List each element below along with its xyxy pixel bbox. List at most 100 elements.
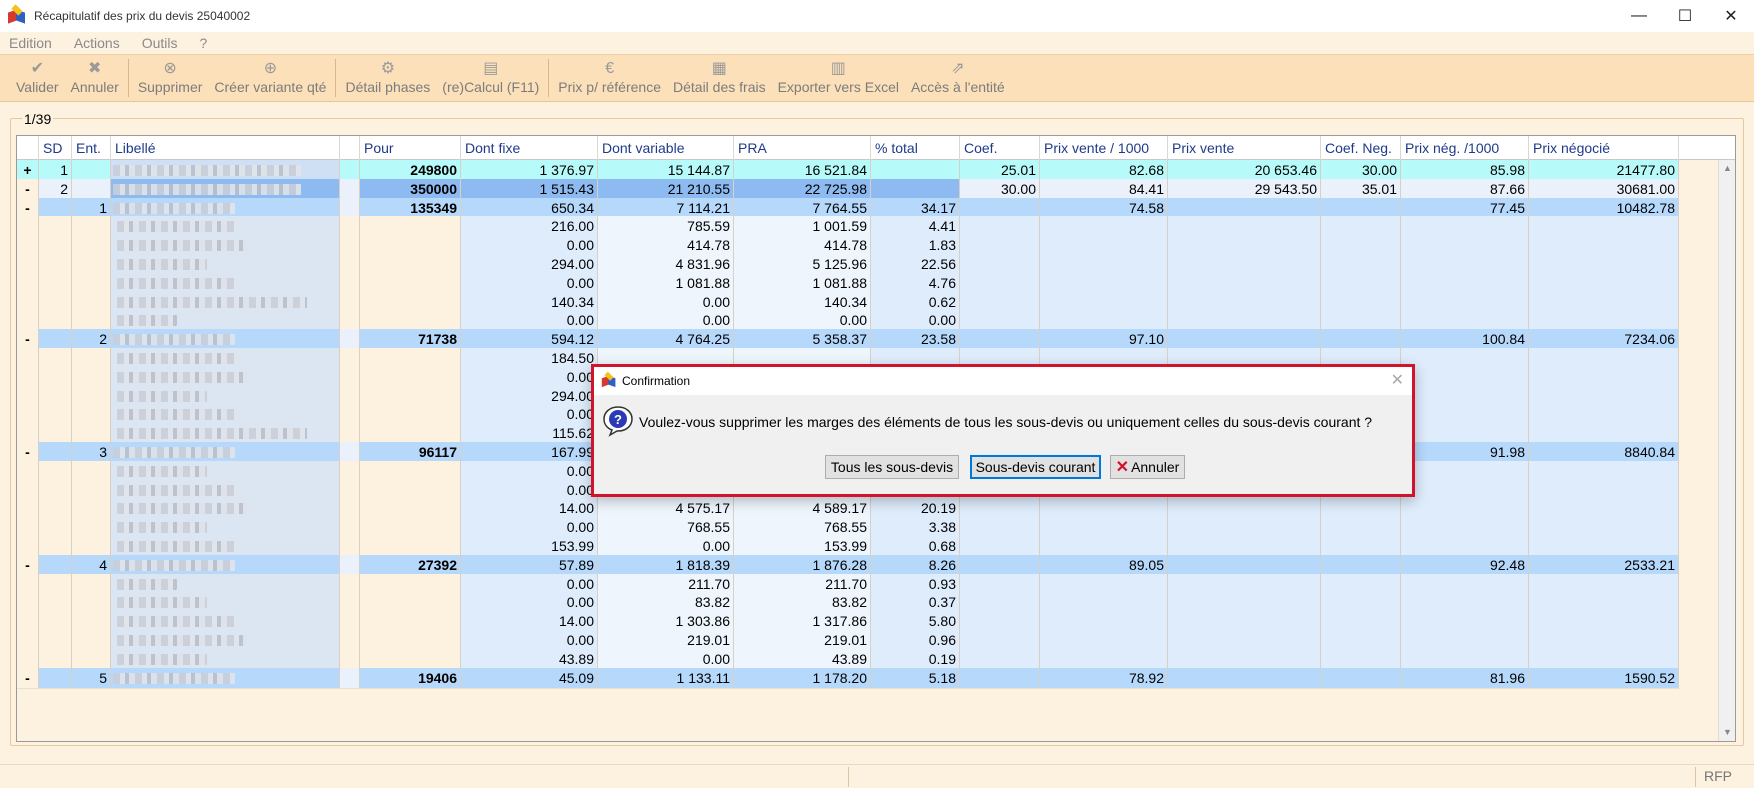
all-subquotes-button[interactable]: Tous les sous-devis	[825, 455, 959, 479]
cross-icon: ✖	[87, 60, 102, 77]
delete-circle-icon: ⊗	[163, 60, 177, 77]
cell-pn1000: 81.96	[1401, 667, 1529, 689]
cell-fixe: 45.09	[461, 667, 598, 689]
hdr-pct-total[interactable]: % total	[871, 136, 960, 160]
cell-ent: 5	[72, 667, 111, 689]
maximize-button[interactable]: ☐	[1662, 0, 1708, 32]
hdr-coef-neg[interactable]: Coef. Neg.	[1321, 136, 1401, 160]
annuler-button[interactable]: ✖ Annuler	[65, 55, 125, 101]
confirmation-dialog: Confirmation ✕ ? Voulez-vous supprimer l…	[591, 364, 1415, 497]
cell-lib	[111, 667, 340, 689]
recalcul-button[interactable]: ▤ (re)Calcul (F11)	[436, 55, 545, 101]
hdr-prix-vente-1000[interactable]: Prix vente / 1000	[1040, 136, 1168, 160]
cell-pour: 19406	[360, 667, 461, 689]
toolbar: ✔ Valider ✖ Annuler ⊗ Supprimer ⊕ Créer vari…	[0, 54, 1754, 102]
cell-pv	[1168, 667, 1321, 689]
menu-edition[interactable]: Edition	[9, 35, 52, 51]
redacted-label	[113, 334, 235, 346]
hdr-prix-neg-1000[interactable]: Prix nég. /1000	[1401, 136, 1529, 160]
external-link-icon: ⇗	[951, 60, 965, 77]
hdr-pour[interactable]: Pour	[360, 136, 461, 160]
hdr-prix-vente[interactable]: Prix vente	[1168, 136, 1321, 160]
hdr-prix-negocie[interactable]: Prix négocié	[1529, 136, 1679, 160]
valider-button[interactable]: ✔ Valider	[10, 55, 65, 101]
cell-pct: 5.18	[871, 667, 960, 689]
redacted-label	[117, 409, 237, 421]
redacted-label	[117, 371, 247, 383]
vertical-scrollbar[interactable]: ▲ ▼	[1718, 160, 1735, 741]
spreadsheet-icon: ▥	[830, 60, 846, 77]
status-separator	[848, 767, 849, 787]
dialog-title-bar: Confirmation ✕	[594, 367, 1412, 395]
redacted-label	[113, 202, 235, 214]
redacted-label	[117, 259, 207, 270]
hdr-dont-variable[interactable]: Dont variable	[598, 136, 734, 160]
hdr-libelle[interactable]: Libellé	[111, 136, 340, 160]
redacted-label	[117, 221, 237, 233]
status-rfp: RFP	[1704, 768, 1732, 784]
cell-pv1000: 78.92	[1040, 667, 1168, 689]
creer-variante-button[interactable]: ⊕ Créer variante qté	[208, 55, 332, 101]
acces-entite-button[interactable]: ⇗ Accès à l'entité	[905, 55, 1011, 101]
menu-bar: Edition Actions Outils ?	[0, 32, 1754, 54]
current-subquote-button[interactable]: Sous-devis courant	[970, 455, 1101, 479]
document-icon: ▦	[711, 60, 727, 77]
hdr-pra[interactable]: PRA	[734, 136, 871, 160]
redacted-label	[113, 559, 235, 571]
hdr-expand[interactable]	[17, 136, 39, 160]
redacted-label	[117, 296, 307, 308]
scroll-up-arrow-icon[interactable]: ▲	[1719, 160, 1735, 177]
scroll-down-arrow-icon[interactable]: ▼	[1719, 724, 1735, 741]
redacted-label	[113, 447, 235, 458]
cell-pn: 1590.52	[1529, 667, 1679, 689]
app-logo-icon	[8, 4, 26, 25]
menu-outils[interactable]: Outils	[142, 35, 178, 51]
cell-sd	[39, 667, 72, 689]
toolbar-separator	[127, 59, 129, 97]
prix-reference-button[interactable]: € Prix p/ référence	[552, 55, 667, 101]
supprimer-button[interactable]: ⊗ Supprimer	[132, 55, 209, 101]
redacted-label	[117, 465, 207, 477]
hdr-blank[interactable]	[340, 136, 360, 160]
cell-var: 1 133.11	[598, 667, 734, 689]
dialog-close-icon[interactable]: ✕	[1391, 370, 1404, 390]
page-count: 1/39	[22, 111, 54, 127]
cancel-x-icon: ✕	[1115, 459, 1130, 476]
redacted-label	[117, 503, 247, 515]
expand-toggle[interactable]: -	[17, 667, 39, 689]
redacted-label	[113, 672, 235, 684]
redacted-label	[117, 484, 237, 496]
redacted-label	[113, 165, 301, 176]
redacted-label	[117, 635, 247, 646]
hdr-ent[interactable]: Ent.	[72, 136, 111, 160]
detail-phases-button[interactable]: ⚙ Détail phases	[339, 55, 436, 101]
menu-help[interactable]: ?	[200, 35, 208, 51]
redacted-label	[117, 390, 207, 402]
grid-header: SD Ent. Libellé Pour Dont fixe Dont variable P…	[17, 136, 1735, 160]
calculator-icon: ▤	[483, 60, 499, 77]
table-row-ent[interactable]: - 5 19406 45.09 1 133.11 1 178.20 5.18 78.92 81.…	[17, 667, 1735, 689]
redacted-label	[117, 353, 237, 364]
gear-icon: ⚙	[380, 60, 396, 77]
svg-text:?: ?	[614, 412, 622, 427]
toolbar-separator	[548, 59, 550, 97]
dialog-title: Confirmation	[622, 374, 691, 388]
dialog-cancel-button[interactable]: ✕ Annuler	[1110, 455, 1185, 479]
redacted-label	[117, 277, 237, 289]
hdr-dont-fixe[interactable]: Dont fixe	[461, 136, 598, 160]
title-bar: Récapitulatif des prix du devis 25040002…	[0, 0, 1754, 32]
hdr-sd[interactable]: SD	[39, 136, 72, 160]
menu-actions[interactable]: Actions	[74, 35, 120, 51]
euro-icon: €	[605, 60, 615, 77]
window-title: Récapitulatif des prix du devis 25040002	[34, 9, 251, 23]
cell-pra: 1 178.20	[734, 667, 871, 689]
redacted-label	[117, 315, 177, 327]
redacted-label	[117, 428, 307, 440]
hdr-coef[interactable]: Coef.	[960, 136, 1040, 160]
close-button[interactable]: ✕	[1708, 0, 1754, 32]
cell-x	[340, 667, 360, 689]
redacted-label	[117, 597, 207, 609]
exporter-excel-button[interactable]: ▥ Exporter vers Excel	[772, 55, 905, 101]
minimize-button[interactable]: —	[1616, 0, 1662, 32]
detail-frais-button[interactable]: ▦ Détail des frais	[667, 55, 772, 101]
